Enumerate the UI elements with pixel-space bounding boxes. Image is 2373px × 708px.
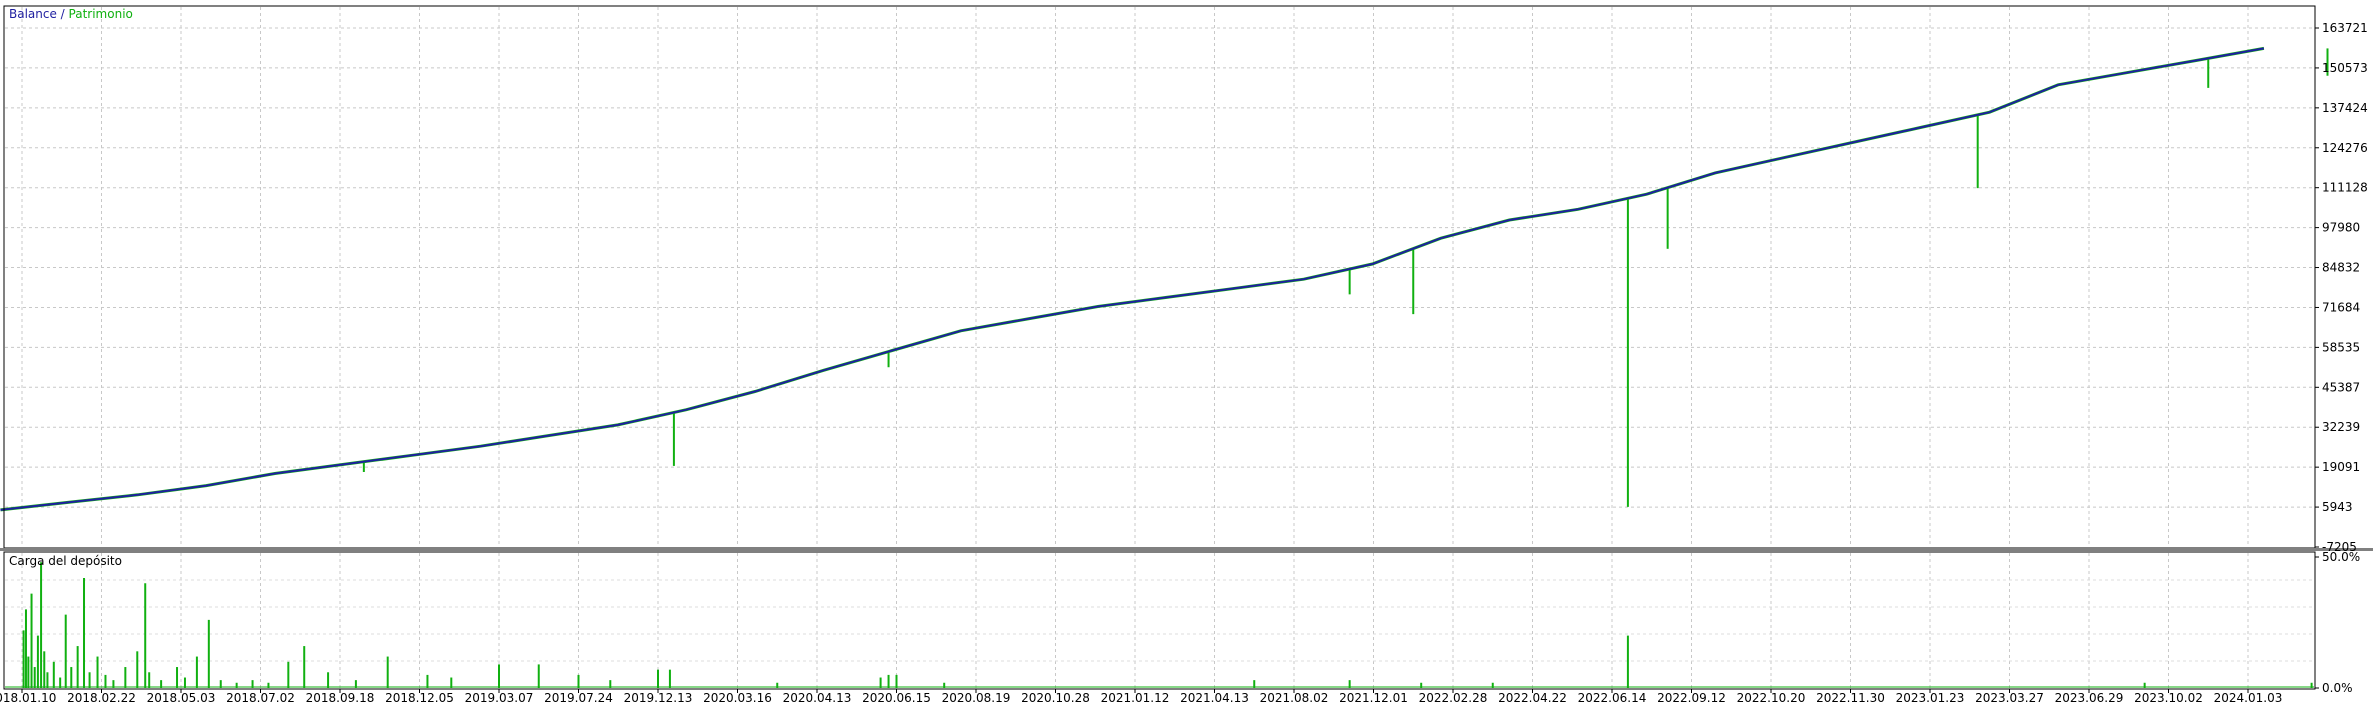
x-tick-label: 2019.12.13 (624, 691, 693, 704)
y-tick-label: 137424 (2322, 101, 2368, 115)
y-tick-label: 111128 (2322, 181, 2368, 195)
x-tick-label: 2022.04.22 (1498, 691, 1567, 704)
y-tick-label: 5943 (2322, 500, 2353, 514)
y-tick-label: 45387 (2322, 380, 2360, 394)
x-tick-label: 2023.01.23 (1896, 691, 1965, 704)
x-tick-label: 2018.12.05 (385, 691, 454, 704)
x-tick-label: 2018.01.10 (0, 691, 56, 704)
x-tick-label: 2022.02.28 (1419, 691, 1488, 704)
x-tick-label: 2021.12.01 (1339, 691, 1408, 704)
y-tick-label: 124276 (2322, 141, 2368, 155)
y-tick-label: 32239 (2322, 420, 2360, 434)
y-tick-label: 50.0% (2322, 550, 2360, 564)
y-tick-label: 19091 (2322, 460, 2360, 474)
legend-separator: / (57, 7, 69, 21)
load-pane-title: Carga del depósito (9, 554, 122, 568)
y-tick-label: 0.0% (2322, 681, 2353, 695)
x-tick-label: 2020.03.16 (703, 691, 772, 704)
x-tick-label: 2022.10.20 (1737, 691, 1806, 704)
x-tick-label: 2018.02.22 (67, 691, 136, 704)
y-tick-label: 163721 (2322, 21, 2368, 35)
chart-background (0, 0, 2373, 704)
x-tick-label: 2022.06.14 (1578, 691, 1647, 704)
y-tick-label: 97980 (2322, 221, 2360, 235)
chart-canvas: 163721 150573 137424 124276 111128 97980 84832… (0, 0, 2373, 705)
x-tick-label: 2021.04.13 (1180, 691, 1249, 704)
y-tick-label: 84832 (2322, 261, 2360, 275)
x-tick-label: 2018.05.03 (147, 691, 216, 704)
legend-patrimonio: Patrimonio (69, 7, 133, 21)
x-tick-label: 2019.03.07 (465, 691, 534, 704)
x-tick-label: 2020.04.13 (783, 691, 852, 704)
x-tick-label: 2021.08.02 (1260, 691, 1329, 704)
x-tick-label: 2020.08.19 (942, 691, 1011, 704)
x-tick-label: 2021.01.12 (1101, 691, 1170, 704)
x-tick-label: 2022.09.12 (1657, 691, 1726, 704)
legend-balance: Balance (9, 7, 57, 21)
y-tick-label: 71684 (2322, 300, 2360, 314)
x-tick-label: 2023.10.02 (2134, 691, 2203, 704)
y-tick-label: 58535 (2322, 340, 2360, 354)
chart-window: 163721 150573 137424 124276 111128 97980 84832… (0, 0, 2373, 705)
y-tick-label: 150573 (2322, 61, 2368, 75)
x-tick-label: 2023.03.27 (1975, 691, 2044, 704)
x-axis: 2018.01.10 2018.02.22 2018.05.03 2018.07.02… (0, 689, 2283, 705)
x-tick-label: 2018.07.02 (226, 691, 295, 704)
x-tick-label: 2020.10.28 (1021, 691, 1090, 704)
x-tick-label: 2024.01.03 (2214, 691, 2283, 704)
x-tick-label: 2018.09.18 (306, 691, 375, 704)
x-tick-label: 2020.06.15 (862, 691, 931, 704)
x-tick-label: 2023.06.29 (2055, 691, 2124, 704)
x-tick-label: 2019.07.24 (544, 691, 613, 704)
legend: Balance / Patrimonio (9, 7, 133, 21)
x-tick-label: 2022.11.30 (1816, 691, 1885, 704)
